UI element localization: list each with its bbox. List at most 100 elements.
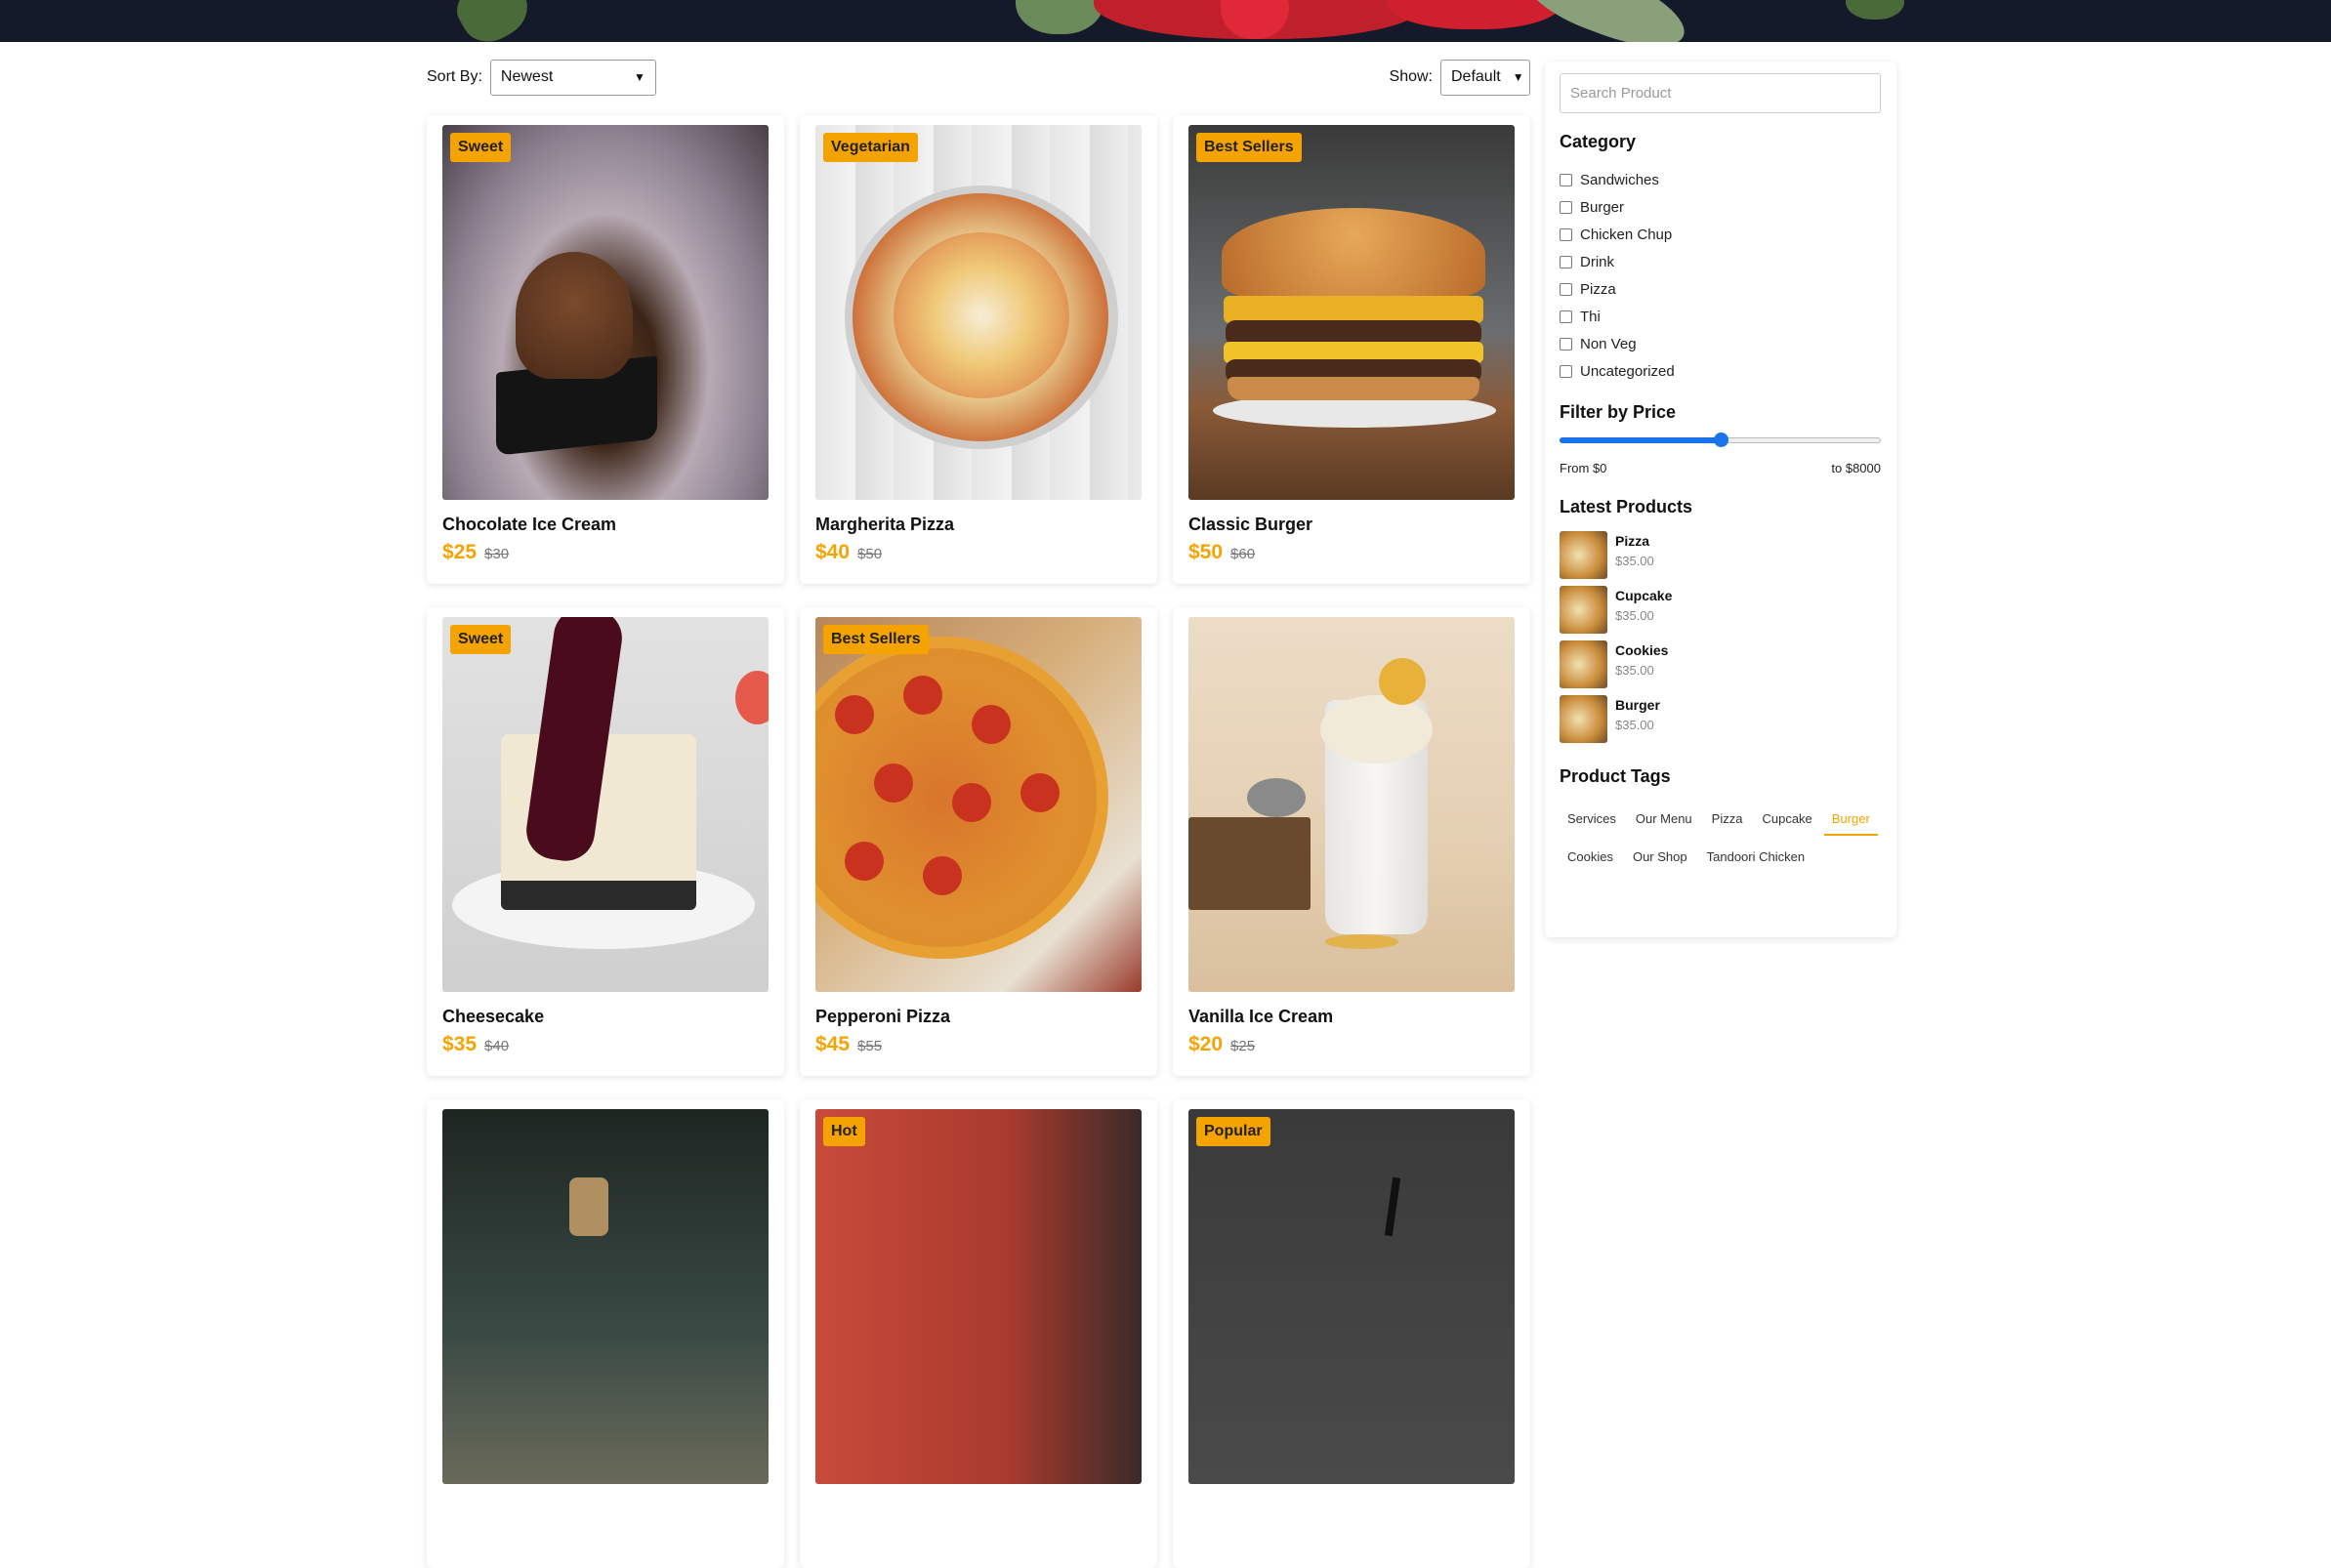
- latest-product-price: $35.00: [1615, 663, 1654, 678]
- product-old-price: $50: [857, 546, 883, 562]
- tag-link[interactable]: Services: [1560, 804, 1624, 836]
- category-item[interactable]: Non Veg: [1560, 330, 1675, 357]
- product-old-price: $60: [1230, 546, 1256, 562]
- tag-link[interactable]: Cupcake: [1754, 804, 1819, 836]
- price-to: to $8000: [1831, 461, 1881, 475]
- product-price: $20 $25: [1188, 1033, 1255, 1056]
- product-badge: Popular: [1196, 1117, 1270, 1146]
- product-image[interactable]: [442, 125, 769, 500]
- category-label: Sandwiches: [1580, 171, 1659, 188]
- checkbox[interactable]: [1560, 282, 1572, 296]
- product-price: $50 $60: [1188, 541, 1255, 564]
- category-item[interactable]: Drink: [1560, 248, 1675, 275]
- tag-link[interactable]: Tandoori Chicken: [1699, 842, 1812, 872]
- product-badge: Sweet: [450, 133, 512, 162]
- product-card[interactable]: Best Sellers Pepperoni Pizza $45 $55: [800, 607, 1157, 1076]
- product-card[interactable]: Vegetarian Margherita Pizza $40 $50: [800, 115, 1157, 584]
- product-name[interactable]: Pepperoni Pizza: [815, 1007, 950, 1027]
- sort-label: Sort By:: [427, 68, 482, 85]
- checkbox[interactable]: [1560, 309, 1572, 323]
- category-item[interactable]: Thi: [1560, 303, 1675, 330]
- product-badge: Best Sellers: [823, 625, 929, 654]
- checkbox[interactable]: [1560, 337, 1572, 351]
- product-name[interactable]: Classic Burger: [1188, 515, 1312, 535]
- product-tags-title: Product Tags: [1560, 766, 1671, 786]
- latest-product-thumbnail[interactable]: [1560, 586, 1607, 634]
- latest-product-name[interactable]: Cookies: [1615, 642, 1668, 658]
- latest-product-name[interactable]: Pizza: [1615, 533, 1649, 549]
- latest-product-thumbnail[interactable]: [1560, 640, 1607, 688]
- chevron-down-icon: ▼: [634, 70, 645, 84]
- category-item[interactable]: Uncategorized: [1560, 357, 1675, 385]
- checkbox[interactable]: [1560, 364, 1572, 378]
- product-image[interactable]: [1188, 125, 1515, 500]
- product-price: $45 $55: [815, 1033, 882, 1056]
- tag-link[interactable]: Cookies: [1560, 842, 1621, 872]
- product-image[interactable]: [815, 125, 1142, 500]
- category-label: Thi: [1580, 308, 1601, 325]
- product-name[interactable]: Vanilla Ice Cream: [1188, 1007, 1333, 1027]
- tag-link[interactable]: Pizza: [1704, 804, 1751, 836]
- product-card[interactable]: Best Sellers Classic Burger $50 $60: [1173, 115, 1530, 584]
- price-slider[interactable]: [1560, 433, 1881, 447]
- product-card[interactable]: Hot: [800, 1099, 1157, 1568]
- tag-link-active[interactable]: Burger: [1823, 804, 1878, 836]
- search-input[interactable]: Search Product: [1560, 73, 1881, 113]
- latest-product-price: $35.00: [1615, 608, 1654, 623]
- category-item[interactable]: Chicken Chup: [1560, 221, 1675, 248]
- product-card[interactable]: Vanilla Ice Cream $20 $25: [1173, 607, 1530, 1076]
- price-from: From $0: [1560, 461, 1607, 475]
- product-badge: Vegetarian: [823, 133, 918, 162]
- checkbox[interactable]: [1560, 227, 1572, 241]
- product-badge: Sweet: [450, 625, 512, 654]
- show-label: Show:: [1389, 68, 1433, 85]
- header-banner-image: [0, 0, 2331, 42]
- product-current-price: $50: [1188, 541, 1224, 563]
- product-image[interactable]: [815, 617, 1142, 992]
- product-current-price: $45: [815, 1033, 851, 1055]
- search-placeholder: Search Product: [1570, 85, 1672, 102]
- category-label: Pizza: [1580, 280, 1616, 298]
- product-image[interactable]: [815, 1109, 1142, 1484]
- tag-link[interactable]: Our Menu: [1628, 804, 1700, 836]
- product-badge: Hot: [823, 1117, 865, 1146]
- latest-product-thumbnail[interactable]: [1560, 531, 1607, 579]
- price-slider-fill: [1560, 437, 1721, 443]
- product-card[interactable]: Popular: [1173, 1099, 1530, 1568]
- product-name[interactable]: Cheesecake: [442, 1007, 544, 1027]
- latest-product-name[interactable]: Burger: [1615, 697, 1660, 713]
- price-slider-handle[interactable]: [1713, 433, 1728, 447]
- product-card[interactable]: Sweet Cheesecake $35 $40: [427, 607, 784, 1076]
- sort-select-value: Newest: [500, 68, 554, 85]
- product-card[interactable]: Sweet Chocolate Ice Cream $25 $30: [427, 115, 784, 584]
- product-badge: Best Sellers: [1196, 133, 1302, 162]
- latest-product-thumbnail[interactable]: [1560, 695, 1607, 743]
- checkbox[interactable]: [1560, 200, 1572, 214]
- latest-product-name[interactable]: Cupcake: [1615, 588, 1672, 603]
- product-image[interactable]: [1188, 1109, 1515, 1484]
- chevron-down-icon: ▼: [1512, 70, 1524, 84]
- tag-link[interactable]: Our Shop: [1625, 842, 1695, 872]
- product-card[interactable]: [427, 1099, 784, 1568]
- category-item[interactable]: Pizza: [1560, 275, 1675, 303]
- product-price: $40 $50: [815, 541, 882, 564]
- category-item[interactable]: Burger: [1560, 193, 1675, 221]
- category-item[interactable]: Sandwiches: [1560, 166, 1675, 193]
- product-price: $35 $40: [442, 1033, 509, 1056]
- category-label: Uncategorized: [1580, 362, 1675, 380]
- checkbox[interactable]: [1560, 173, 1572, 186]
- show-select[interactable]: Default ▼: [1440, 59, 1530, 96]
- product-name[interactable]: Margherita Pizza: [815, 515, 954, 535]
- product-current-price: $35: [442, 1033, 478, 1055]
- category-title: Category: [1560, 132, 1637, 151]
- product-name[interactable]: Chocolate Ice Cream: [442, 515, 616, 535]
- category-label: Non Veg: [1580, 335, 1637, 352]
- price-filter-title: Filter by Price: [1560, 402, 1677, 422]
- product-image[interactable]: [442, 1109, 769, 1484]
- product-old-price: $55: [857, 1038, 883, 1054]
- product-tags-list: Services Our Menu Pizza Cupcake Burger C…: [1560, 804, 1882, 872]
- product-image[interactable]: [442, 617, 769, 992]
- product-image[interactable]: [1188, 617, 1515, 992]
- sort-select[interactable]: Newest ▼: [489, 59, 656, 96]
- checkbox[interactable]: [1560, 255, 1572, 268]
